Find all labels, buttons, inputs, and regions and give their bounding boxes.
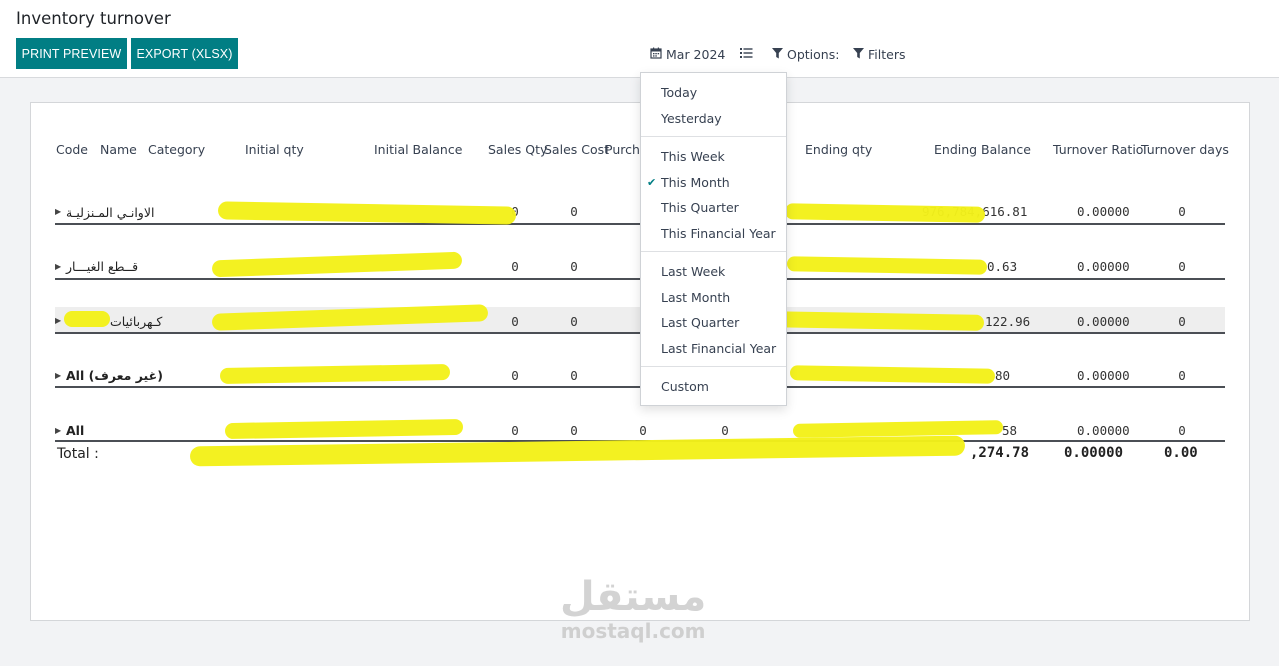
turnover-days-cell: 0 [1162, 423, 1202, 438]
row-label[interactable]: كـهربائيات [110, 314, 162, 329]
turnover-days-cell: 0 [1162, 204, 1202, 219]
date-option-custom[interactable]: Custom [661, 379, 709, 394]
control-panel: Inventory turnover PRINT PREVIEW EXPORT … [0, 0, 1279, 78]
calendar-icon [650, 47, 662, 62]
ending-balance-cell: 0.63 [987, 259, 1017, 274]
row-label[interactable]: الاوانـي المـنزليـة [66, 205, 154, 220]
page-title: Inventory turnover [16, 9, 171, 28]
column-header-ending-qty: Ending qty [805, 142, 872, 157]
menu-divider [641, 251, 786, 252]
column-header-turnover-ratio: Turnover Ratio [1053, 142, 1143, 157]
purchases-cell: 0 [623, 423, 663, 438]
options-label: Options: [787, 47, 839, 62]
redaction-mark [64, 311, 110, 327]
watermark-latin: mostaql.com [560, 619, 706, 643]
caret-right-icon[interactable]: ▶ [55, 426, 61, 435]
column-header-ending-balance: Ending Balance [934, 142, 1031, 157]
date-option-last-quarter[interactable]: Last Quarter [661, 315, 739, 330]
funnel-icon [853, 47, 864, 62]
options-toggle[interactable]: Options: [772, 47, 839, 62]
total-turnover-days: 0.00 [1164, 445, 1198, 461]
date-option-this-month[interactable]: This Month [661, 175, 730, 190]
watermark: مستقل mostaql.com [560, 575, 706, 643]
total-turnover-ratio: 0.00000 [1064, 445, 1123, 461]
date-option-last-week[interactable]: Last Week [661, 264, 725, 279]
column-header-initial-qty: Initial qty [245, 142, 304, 157]
sales-qty-cell: 0 [495, 368, 535, 383]
sales-cost-cell: 0 [554, 314, 594, 329]
total-ending-balance: ,274.78 [970, 445, 1029, 461]
funnel-icon [772, 47, 783, 62]
sales-cost-cell: 0 [554, 368, 594, 383]
date-option-yesterday[interactable]: Yesterday [661, 111, 722, 126]
filters-toggle[interactable]: Filters [853, 47, 905, 62]
caret-right-icon[interactable]: ▶ [55, 371, 61, 380]
total-label: Total : [57, 446, 99, 462]
check-icon: ✔ [647, 176, 656, 189]
date-option-today[interactable]: Today [661, 85, 697, 100]
comparison-toggle[interactable] [740, 47, 753, 62]
turnover-days-cell: 0 [1162, 314, 1202, 329]
column-header-initial-balance: Initial Balance [374, 142, 462, 157]
row-label[interactable]: قــطع الغيـــار [66, 259, 138, 274]
date-filter-dropdown: Today Yesterday This Week ✔ This Month T… [640, 72, 787, 406]
turnover-ratio-cell: 0.00000 [1077, 368, 1130, 383]
turnover-ratio-cell: 0.00000 [1077, 423, 1130, 438]
date-filter-toggle[interactable]: Mar 2024 [650, 47, 725, 62]
date-filter-label: Mar 2024 [666, 47, 725, 62]
column-header-category: Category [148, 142, 205, 157]
sales-cost-cell: 0 [554, 423, 594, 438]
turnover-ratio-cell: 0.00000 [1077, 204, 1130, 219]
menu-divider [641, 136, 786, 137]
caret-right-icon[interactable]: ▶ [55, 316, 61, 325]
ending-balance-cell: 80 [995, 368, 1010, 383]
turnover-days-cell: 0 [1162, 368, 1202, 383]
export-xlsx-button[interactable]: EXPORT (XLSX) [131, 38, 238, 69]
turnover-ratio-cell: 0.00000 [1077, 314, 1130, 329]
date-option-last-month[interactable]: Last Month [661, 290, 730, 305]
purchases-cost-cell: 0 [705, 423, 745, 438]
date-option-last-financial-year[interactable]: Last Financial Year [661, 341, 776, 356]
sales-qty-cell: 0 [495, 314, 535, 329]
date-option-this-week[interactable]: This Week [661, 149, 725, 164]
list-icon [740, 47, 753, 62]
date-option-this-financial-year[interactable]: This Financial Year [661, 226, 776, 241]
column-header-turnover-days: Turnover days [1141, 142, 1229, 157]
menu-divider [641, 366, 786, 367]
watermark-arabic: مستقل [560, 575, 706, 619]
caret-right-icon[interactable]: ▶ [55, 207, 61, 216]
turnover-days-cell: 0 [1162, 259, 1202, 274]
sales-qty-cell: 0 [495, 423, 535, 438]
filters-label: Filters [868, 47, 905, 62]
row-label[interactable]: All (غير معرف) [66, 368, 163, 383]
date-option-this-quarter[interactable]: This Quarter [661, 200, 739, 215]
sales-cost-cell: 0 [554, 259, 594, 274]
column-header-code: Code [56, 142, 88, 157]
ending-balance-cell: 122.96 [985, 314, 1030, 329]
column-header-name: Name [100, 142, 137, 157]
column-header-sales-qty: Sales Qty [488, 142, 547, 157]
row-label[interactable]: All [66, 423, 84, 438]
caret-right-icon[interactable]: ▶ [55, 262, 61, 271]
sales-qty-cell: 0 [495, 259, 535, 274]
print-preview-button[interactable]: PRINT PREVIEW [16, 38, 127, 69]
ending-balance-cell: 58 [1002, 423, 1017, 438]
column-header-sales-cost: Sales Cost [544, 142, 609, 157]
turnover-ratio-cell: 0.00000 [1077, 259, 1130, 274]
sales-cost-cell: 0 [554, 204, 594, 219]
